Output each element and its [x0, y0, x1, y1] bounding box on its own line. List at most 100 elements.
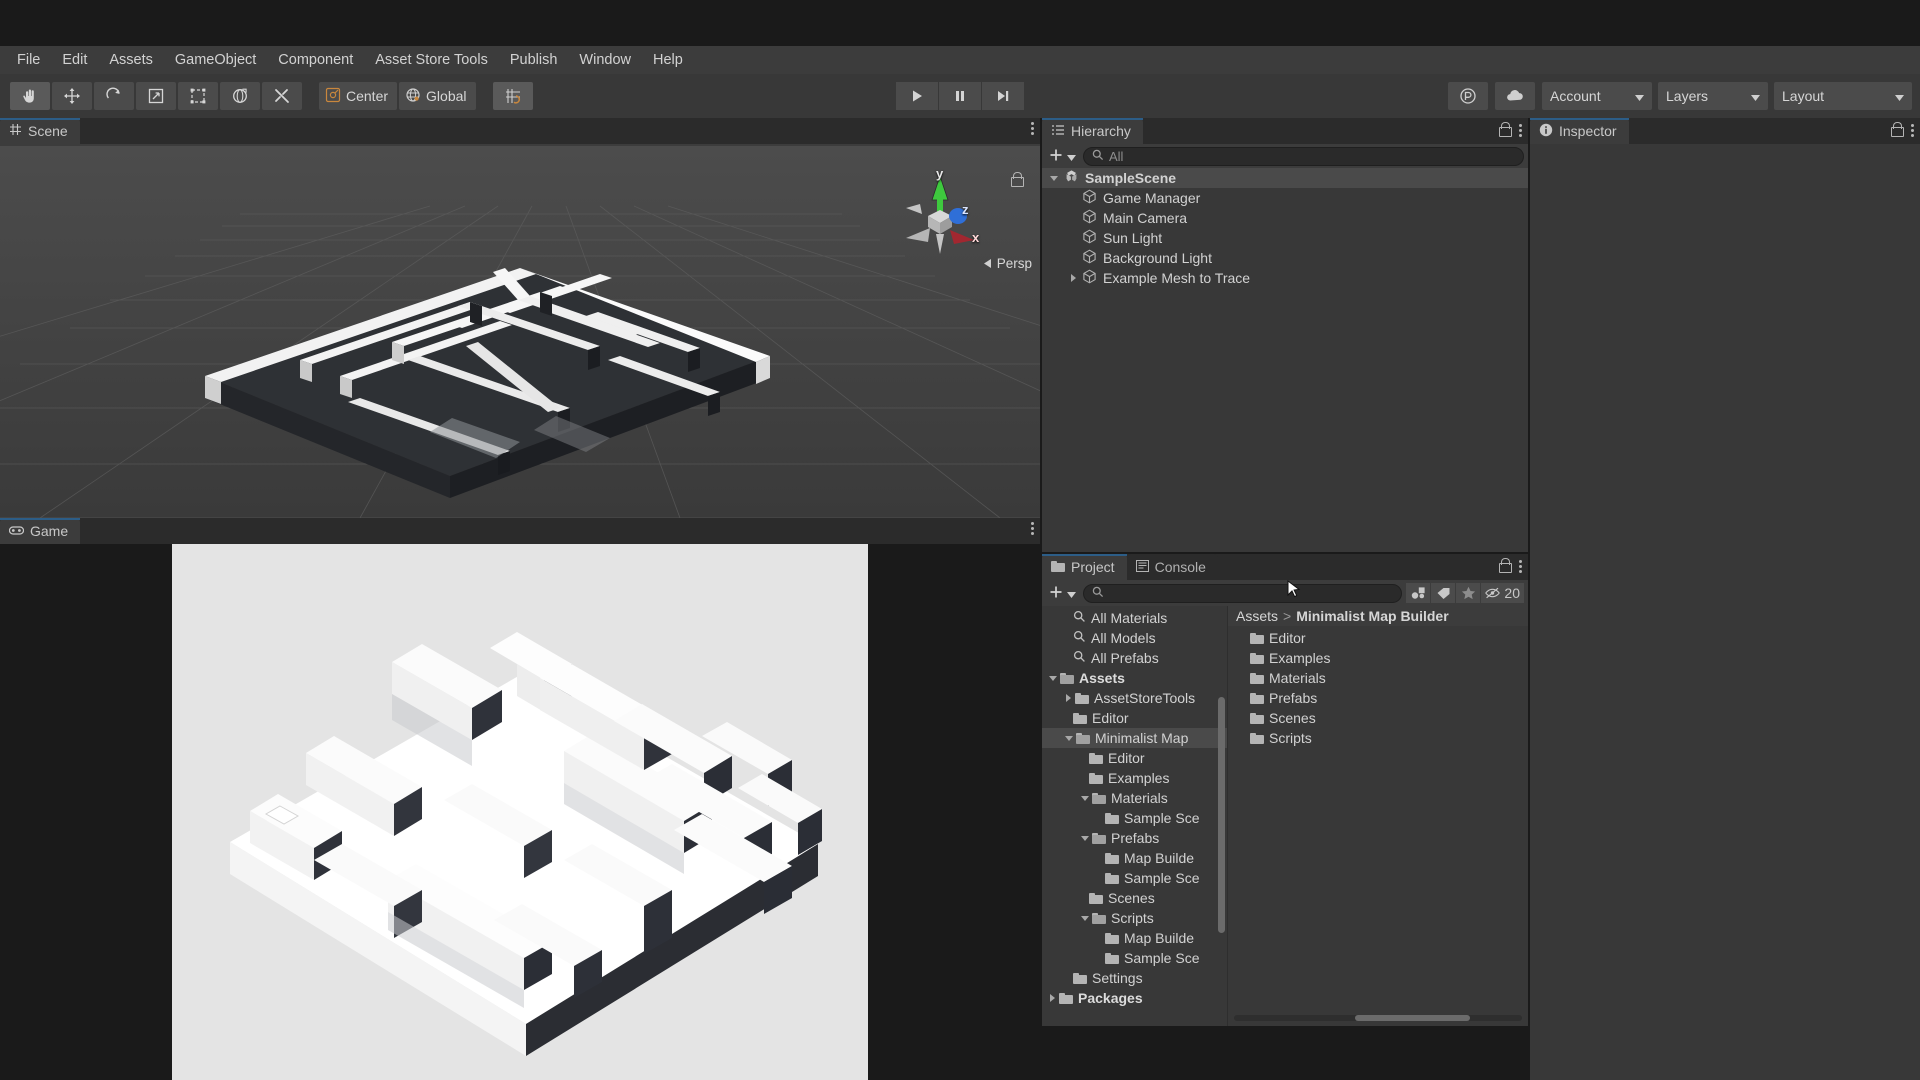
handle-rotation-button[interactable]: Global — [399, 82, 476, 110]
project-tree-item-sample-sce[interactable]: Sample Sce — [1042, 808, 1227, 828]
tab-game[interactable]: Game — [0, 518, 81, 544]
cloud-icon[interactable] — [1495, 82, 1535, 110]
project-hidden-packages-toggle[interactable]: 20 — [1481, 583, 1524, 603]
tab-inspector[interactable]: Inspector — [1530, 118, 1629, 144]
game-render-area[interactable] — [172, 544, 868, 1080]
menu-item-component[interactable]: Component — [267, 48, 364, 72]
project-content-item-prefabs[interactable]: Prefabs — [1228, 688, 1528, 708]
project-tree-item-sample-sce[interactable]: Sample Sce — [1042, 948, 1227, 968]
kebab-icon[interactable] — [1519, 559, 1522, 573]
hierarchy-item-sun-light[interactable]: Sun Light — [1042, 228, 1528, 248]
transform-tool-button[interactable] — [220, 82, 260, 110]
scrollbar-thumb[interactable] — [1354, 1015, 1471, 1021]
menu-item-edit[interactable]: Edit — [51, 48, 98, 72]
menu-item-gameobject[interactable]: GameObject — [164, 48, 267, 72]
hierarchy-tree[interactable]: SampleScene Game Manager Main Camera Sun Li… — [1042, 168, 1528, 552]
pause-button[interactable] — [939, 82, 981, 110]
project-tree-item-materials[interactable]: Materials — [1042, 788, 1227, 808]
filter-by-type-icon[interactable] — [1406, 583, 1431, 603]
custom-editor-tool-button[interactable] — [262, 82, 302, 110]
expand-arrow-icon[interactable] — [1071, 274, 1076, 282]
favorites-star-icon[interactable] — [1456, 583, 1481, 603]
project-tree-item-assets[interactable]: Assets — [1042, 668, 1227, 688]
kebab-icon[interactable] — [1911, 123, 1914, 137]
menu-item-help[interactable]: Help — [642, 48, 694, 72]
filter-by-label-icon[interactable] — [1431, 583, 1456, 603]
expand-arrow-icon[interactable] — [1050, 175, 1058, 181]
account-dropdown[interactable]: Account — [1542, 82, 1652, 110]
project-folder-tree[interactable]: All Materials All Models All Prefabs Assets… — [1042, 606, 1227, 1026]
project-tree-item-map-builde[interactable]: Map Builde — [1042, 928, 1227, 948]
expand-arrow-icon[interactable] — [1065, 735, 1073, 741]
scene-panel-menu[interactable] — [1031, 122, 1034, 135]
project-tree-item-editor[interactable]: Editor — [1042, 748, 1227, 768]
hierarchy-create-button[interactable] — [1046, 146, 1079, 166]
project-content-item-scenes[interactable]: Scenes — [1228, 708, 1528, 728]
hierarchy-item-background-light[interactable]: Background Light — [1042, 248, 1528, 268]
layout-dropdown[interactable]: Layout — [1774, 82, 1912, 110]
project-lock-icon[interactable] — [1499, 558, 1512, 574]
pivot-mode-button[interactable]: Center — [319, 82, 398, 110]
hand-tool-button[interactable] — [10, 82, 50, 110]
scene-orientation-gizmo[interactable]: y z x — [892, 166, 988, 278]
project-create-button[interactable] — [1046, 583, 1079, 603]
play-button[interactable] — [896, 82, 938, 110]
scene-projection-label[interactable]: Persp — [983, 256, 1032, 271]
hierarchy-item-main-camera[interactable]: Main Camera — [1042, 208, 1528, 228]
expand-arrow-icon[interactable] — [1050, 994, 1055, 1002]
scene-viewport[interactable]: y z x Persp — [0, 146, 1040, 518]
grid-snapping-toggle[interactable] — [492, 82, 533, 110]
hierarchy-item-samplescene[interactable]: SampleScene — [1042, 168, 1528, 188]
hierarchy-search-input[interactable]: All — [1083, 146, 1524, 166]
expand-arrow-icon[interactable] — [1081, 795, 1089, 801]
hierarchy-item-game-manager[interactable]: Game Manager — [1042, 188, 1528, 208]
menu-item-asset-store-tools[interactable]: Asset Store Tools — [364, 48, 499, 72]
collab-icon[interactable] — [1448, 82, 1488, 110]
project-tree-item-prefabs[interactable]: Prefabs — [1042, 828, 1227, 848]
project-tree-item-all-prefabs[interactable]: All Prefabs — [1042, 648, 1227, 668]
project-content-item-editor[interactable]: Editor — [1228, 628, 1528, 648]
hierarchy-item-example-mesh-to-trace[interactable]: Example Mesh to Trace — [1042, 268, 1528, 288]
expand-arrow-icon[interactable] — [1049, 675, 1057, 681]
project-content-item-scripts[interactable]: Scripts — [1228, 728, 1528, 748]
expand-arrow-icon[interactable] — [1081, 915, 1089, 921]
project-tree-item-assetstoretools[interactable]: AssetStoreTools — [1042, 688, 1227, 708]
scale-tool-button[interactable] — [136, 82, 176, 110]
project-tree-item-all-materials[interactable]: All Materials — [1042, 608, 1227, 628]
project-tree-item-packages[interactable]: Packages — [1042, 988, 1227, 1008]
kebab-icon[interactable] — [1519, 123, 1522, 137]
hierarchy-lock-icon[interactable] — [1499, 122, 1512, 138]
breadcrumb-item-current[interactable]: Minimalist Map Builder — [1296, 608, 1448, 624]
expand-arrow-icon[interactable] — [1066, 694, 1071, 702]
move-tool-button[interactable] — [52, 82, 92, 110]
project-tree-item-map-builde[interactable]: Map Builde — [1042, 848, 1227, 868]
tab-project[interactable]: Project — [1042, 554, 1127, 580]
project-tree-scrollbar[interactable] — [1217, 608, 1226, 1014]
menu-item-window[interactable]: Window — [568, 48, 642, 72]
tab-hierarchy[interactable]: Hierarchy — [1042, 118, 1143, 144]
project-tree-item-minimalist-map[interactable]: Minimalist Map — [1042, 728, 1227, 748]
rotate-tool-button[interactable] — [94, 82, 134, 110]
inspector-lock-icon[interactable] — [1891, 122, 1904, 138]
kebab-icon[interactable] — [1031, 522, 1034, 535]
menu-item-assets[interactable]: Assets — [98, 48, 164, 72]
game-panel-menu[interactable] — [1031, 522, 1034, 535]
scene-camera-lock-icon[interactable] — [1011, 172, 1024, 188]
project-content-item-examples[interactable]: Examples — [1228, 648, 1528, 668]
project-contents-hscrollbar[interactable] — [1234, 1015, 1522, 1021]
kebab-icon[interactable] — [1031, 122, 1034, 135]
game-viewport[interactable] — [0, 544, 1040, 1080]
project-tree-item-scenes[interactable]: Scenes — [1042, 888, 1227, 908]
project-tree-item-editor[interactable]: Editor — [1042, 708, 1227, 728]
scrollbar-thumb[interactable] — [1218, 697, 1225, 933]
step-button[interactable] — [982, 82, 1024, 110]
project-tree-item-all-models[interactable]: All Models — [1042, 628, 1227, 648]
menu-item-file[interactable]: File — [6, 48, 51, 72]
tab-console[interactable]: Console — [1126, 554, 1218, 580]
tab-scene[interactable]: Scene — [0, 118, 80, 144]
breadcrumb-item-assets[interactable]: Assets — [1236, 608, 1278, 624]
expand-arrow-icon[interactable] — [1081, 835, 1089, 841]
project-tree-item-settings[interactable]: Settings — [1042, 968, 1227, 988]
menu-item-publish[interactable]: Publish — [499, 48, 569, 72]
project-search-input[interactable] — [1083, 583, 1403, 603]
